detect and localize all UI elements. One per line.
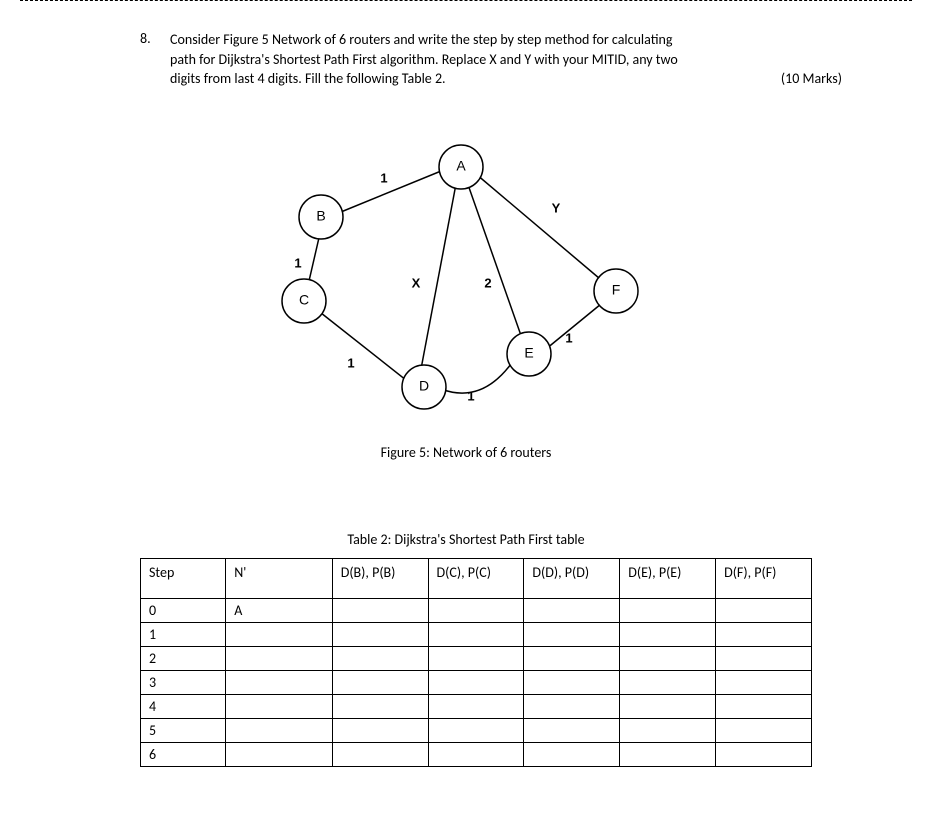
cell-n [226,694,333,718]
edge-ae [466,179,524,344]
edge-ab [336,169,446,214]
network-diagram: 1 1 1 X 2 Y 1 1 A B C D E F [256,129,676,429]
table-row: 2 [141,646,812,670]
cell-n [226,622,333,646]
figure-caption: Figure 5: Network of 6 routers [60,444,872,461]
cell-step: 1 [141,622,226,646]
cell-db [332,670,428,694]
node-e-label: E [524,344,533,360]
question-line2: path for Dijkstra's Shortest Path First … [170,51,678,68]
cell-step: 6 [141,742,226,766]
question-number: 8. [140,30,151,47]
cell-df [716,646,812,670]
cell-db [332,742,428,766]
label-ae: 2 [484,275,491,290]
label-ef: 1 [565,330,572,345]
cell-step: 2 [141,646,226,670]
table-row: 6 [141,742,812,766]
cell-dd [524,742,620,766]
cell-df [716,622,812,646]
cell-dc [428,742,524,766]
cell-de [620,742,716,766]
cell-step: 0 [141,598,226,622]
table-caption: Table 2: Dijkstra's Shortest Path First … [60,531,872,548]
cell-step: 5 [141,718,226,742]
label-de: 1 [467,388,474,403]
cell-dd [524,718,620,742]
edge-ef [546,304,601,349]
cell-dd [524,598,620,622]
edge-ad [421,184,456,369]
cell-n [226,718,333,742]
cell-de [620,622,716,646]
question-text: Consider Figure 5 Network of 6 routers a… [170,30,842,89]
node-d-label: D [419,377,429,393]
label-af: Y [552,200,561,215]
cell-dd [524,670,620,694]
edge-af [476,174,606,284]
header-dc: D(C), P(C) [428,558,524,598]
node-a-label: A [456,157,466,173]
cell-de [620,694,716,718]
cell-db [332,598,428,622]
cell-n [226,670,333,694]
cell-db [332,718,428,742]
cell-db [332,646,428,670]
cell-de [620,718,716,742]
cell-step: 4 [141,694,226,718]
edge-de [441,364,511,393]
cell-df [716,718,812,742]
cell-df [716,598,812,622]
question-block: 8. Consider Figure 5 Network of 6 router… [170,30,842,89]
cell-db [332,622,428,646]
top-dashed-border [20,0,912,2]
question-line1: Consider Figure 5 Network of 6 routers a… [170,31,672,48]
cell-df [716,742,812,766]
question-line3: digits from last 4 digits. Fill the foll… [170,70,446,87]
edge-cd [316,309,411,384]
cell-de [620,646,716,670]
cell-dd [524,646,620,670]
cell-de [620,598,716,622]
node-b-label: B [316,207,325,223]
header-step: Step [141,558,226,598]
cell-dc [428,622,524,646]
header-dd: D(D), P(D) [524,558,620,598]
header-de: D(E), P(E) [620,558,716,598]
cell-n [226,646,333,670]
label-bc: 1 [294,255,301,270]
table-row: 0A [141,598,812,622]
header-n: N' [226,558,333,598]
table-header-row: Step N' D(B), P(B) D(C), P(C) D(D), P(D)… [141,558,812,598]
label-ab: 1 [380,170,387,185]
table-row: 3 [141,670,812,694]
header-df: D(F), P(F) [716,558,812,598]
header-db: D(B), P(B) [332,558,428,598]
question-marks: (10 Marks) [781,69,842,89]
node-c-label: C [299,291,309,307]
label-cd: 1 [347,355,354,370]
cell-dc [428,646,524,670]
cell-db [332,694,428,718]
table-row: 5 [141,718,812,742]
cell-n [226,742,333,766]
node-f-label: F [612,281,621,297]
cell-n: A [226,598,333,622]
cell-dd [524,622,620,646]
cell-dc [428,718,524,742]
cell-de [620,670,716,694]
dijkstra-table: Step N' D(B), P(B) D(C), P(C) D(D), P(D)… [140,558,812,767]
cell-dc [428,670,524,694]
label-ad: X [412,275,421,290]
cell-df [716,670,812,694]
cell-step: 3 [141,670,226,694]
table-row: 4 [141,694,812,718]
cell-df [716,694,812,718]
table-row: 1 [141,622,812,646]
cell-dd [524,694,620,718]
cell-dc [428,598,524,622]
cell-dc [428,694,524,718]
